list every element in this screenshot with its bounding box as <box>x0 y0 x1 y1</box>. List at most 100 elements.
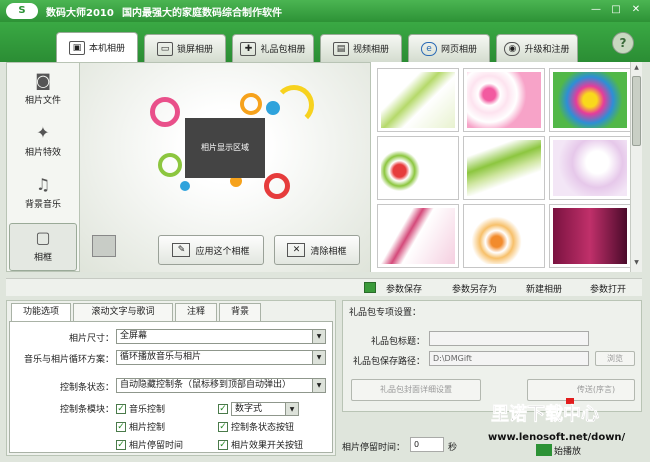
frame-thumbnail[interactable] <box>377 136 459 200</box>
nav-photo-files[interactable]: ◙ 相片文件 <box>9 67 77 115</box>
frame-thumbnail[interactable] <box>463 136 545 200</box>
tab-video-album[interactable]: ▤ 视频相册 <box>320 34 402 62</box>
size-label: 相片尺寸： <box>68 334 114 344</box>
stay-time-label: 相片停留时间： <box>342 443 406 453</box>
control-bar-state-button-checkbox[interactable]: ✓ 控制条状态按钮 <box>218 420 294 433</box>
digital-style-value: 数字式 <box>235 404 263 414</box>
frame-thumbnail[interactable] <box>463 68 545 132</box>
minimize-button[interactable]: — <box>588 3 604 18</box>
settings-panel: 功能选项 滚动文字与歌词 注释 背景 相片尺寸： 全屏幕 ▼ 音乐与相片循环方案… <box>6 300 336 456</box>
tab-local-album[interactable]: ▣ 本机相册 <box>56 32 138 62</box>
apply-frame-icon: ✎ <box>172 243 191 257</box>
tab-notes[interactable]: 注释 <box>175 303 217 321</box>
tab-web-album[interactable]: e 网页相册 <box>408 34 490 62</box>
app-window: S 数码大师2010 国内最强大的家庭数码综合制作软件 — □ ✕ ▣ 本机相册… <box>0 0 650 462</box>
frame-thumbnail[interactable] <box>549 204 631 268</box>
gift-settings-title: 礼品包专项设置： <box>349 308 422 318</box>
nav-label: 相框 <box>33 253 52 263</box>
nav-background-music[interactable]: ♫ 背景音乐 <box>9 171 77 219</box>
left-nav: ◙ 相片文件 ✦ 相片特效 ♫ 背景音乐 ▢ 相框 <box>6 62 80 272</box>
tab-label: 锁屏相册 <box>176 45 213 55</box>
gift-path-input[interactable]: D:\DMGift <box>429 351 589 366</box>
music-control-checkbox[interactable]: ✓ 音乐控制 <box>116 402 165 415</box>
frame-icon: ▢ <box>35 228 51 247</box>
nav-frame[interactable]: ▢ 相框 <box>9 223 77 271</box>
gift-icon: ✚ <box>240 41 257 56</box>
digital-style-checkbox[interactable]: ✓ 数字式 ▼ <box>218 402 299 416</box>
tab-lock-screen-album[interactable]: ▭ 锁屏相册 <box>144 34 226 62</box>
watermark-overlay: 里诺下载中心 www.lenosoft.net/down/ 始播放 <box>488 398 626 457</box>
monitor-icon: ▭ <box>156 41 173 56</box>
tab-gift-album[interactable]: ✚ 礼品包相册 <box>232 34 314 62</box>
photo-stay-time-checkbox[interactable]: ✓ 相片停留时间 <box>116 438 183 451</box>
photo-effect-toggle-checkbox[interactable]: ✓ 相片效果开关按钮 <box>218 438 303 451</box>
watermark-line2: www.lenosoft.net/down/ <box>488 432 626 443</box>
check-icon: ✓ <box>116 439 126 450</box>
save-params-button[interactable]: 参数保存 <box>386 282 422 295</box>
scrollbar-thumb[interactable] <box>632 76 641 146</box>
check-icon: ✓ <box>218 404 228 414</box>
gift-cover-settings-button[interactable]: 礼品包封面详细设置 <box>351 379 481 401</box>
loop-select[interactable]: 循环播放音乐与相片 ▼ <box>116 350 326 365</box>
gift-title-input[interactable] <box>429 331 589 346</box>
app-title: 数码大师2010 <box>46 8 114 19</box>
decor-circle <box>240 93 262 115</box>
control-bar-state-select[interactable]: 自动隐藏控制条（鼠标移到顶部自动弹出） ▼ <box>116 378 326 393</box>
ie-icon: e <box>420 41 437 56</box>
tab-function-options[interactable]: 功能选项 <box>11 303 71 321</box>
scroll-down-icon[interactable]: ▼ <box>632 259 641 269</box>
frame-thumbnail[interactable] <box>549 68 631 132</box>
chevron-down-icon: ▼ <box>312 330 325 343</box>
size-value: 全屏幕 <box>120 331 148 341</box>
decor-arc <box>274 85 314 125</box>
new-album-button[interactable]: 新建相册 <box>526 282 562 295</box>
browse-button[interactable]: 浏览 <box>595 351 635 366</box>
stay-time-input[interactable]: 0 <box>410 437 444 452</box>
frame-thumbnail[interactable] <box>463 204 545 268</box>
apply-frame-button[interactable]: ✎ 应用这个相框 <box>158 235 264 265</box>
digital-style-select[interactable]: 数字式 ▼ <box>231 402 299 416</box>
close-button[interactable]: ✕ <box>628 3 644 18</box>
save-params-as-button[interactable]: 参数另存为 <box>452 282 497 295</box>
save-disk-icon <box>364 282 376 293</box>
tab-label: 视频相册 <box>352 45 389 55</box>
nav-label: 背景音乐 <box>24 200 61 210</box>
open-params-button[interactable]: 参数打开 <box>590 282 626 295</box>
check-icon: ✓ <box>116 421 126 432</box>
help-button[interactable]: ? <box>612 32 634 54</box>
size-select[interactable]: 全屏幕 ▼ <box>116 329 326 344</box>
button-label: 清除相框 <box>310 246 347 257</box>
frame-thumbnail[interactable] <box>549 136 631 200</box>
frame-thumbnail[interactable] <box>377 68 459 132</box>
parameter-toolbar: 参数保存 参数另存为 新建相册 参数打开 <box>6 278 642 296</box>
clear-frame-icon: ✕ <box>287 243 306 257</box>
frame-thumbnail[interactable] <box>377 204 459 268</box>
clear-frame-button[interactable]: ✕ 清除相框 <box>274 235 360 265</box>
checkbox-label: 控制条状态按钮 <box>231 423 295 433</box>
maximize-button[interactable]: □ <box>608 3 624 18</box>
photo-control-checkbox[interactable]: ✓ 相片控制 <box>116 420 165 433</box>
tab-label: 本机相册 <box>88 44 125 54</box>
start-play-label[interactable]: 始播放 <box>554 445 581 457</box>
photo-display-area: 相片显示区域 <box>185 118 265 178</box>
title-bar: S 数码大师2010 国内最强大的家庭数码综合制作软件 — □ ✕ <box>0 0 650 22</box>
gift-path-label: 礼品包保存路径： <box>352 357 425 367</box>
button-label: 传送(序言) <box>576 385 616 394</box>
chevron-down-icon: ▼ <box>285 403 298 415</box>
tab-upgrade-register[interactable]: ◉ 升级和注册 <box>496 34 578 62</box>
globe-icon: ◉ <box>504 41 521 56</box>
effects-icon: ✦ <box>36 123 50 142</box>
checkbox-label: 相片停留时间 <box>129 441 184 451</box>
nav-photo-effects[interactable]: ✦ 相片特效 <box>9 119 77 167</box>
tab-scroll-text-lyrics[interactable]: 滚动文字与歌词 <box>73 303 173 321</box>
tab-background[interactable]: 背景 <box>219 303 261 321</box>
chevron-down-icon: ▼ <box>312 351 325 364</box>
control-bar-state-value: 自动隐藏控制条（鼠标移到顶部自动弹出） <box>120 380 292 390</box>
tab-label: 网页相册 <box>440 45 477 55</box>
checkbox-label: 相片控制 <box>129 423 166 433</box>
app-subtitle: 国内最强大的家庭数码综合制作软件 <box>122 8 282 19</box>
check-icon: ✓ <box>218 439 228 450</box>
scroll-up-icon[interactable]: ▲ <box>632 64 641 74</box>
play-icon[interactable] <box>536 444 552 456</box>
gallery-scrollbar[interactable]: ▲ ▼ <box>630 62 642 272</box>
